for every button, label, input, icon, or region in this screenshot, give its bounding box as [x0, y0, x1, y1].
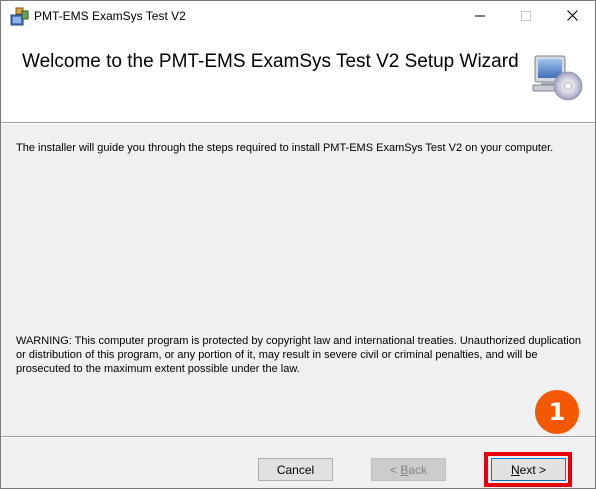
- setup-computer-disc-icon: [531, 52, 583, 102]
- intro-text: The installer will guide you through the…: [16, 142, 554, 154]
- cancel-button-label: Cancel: [276, 462, 315, 477]
- close-button[interactable]: [549, 1, 595, 32]
- back-button-rest: ack: [408, 462, 428, 477]
- next-button-label: Next >: [511, 463, 546, 477]
- step-number-badge: 1: [535, 390, 579, 434]
- next-button[interactable]: Next >: [491, 458, 566, 481]
- maximize-button: [503, 1, 549, 32]
- back-button-prefix: <: [389, 462, 401, 477]
- next-button-mnemonic: N: [510, 462, 520, 477]
- close-icon: [566, 8, 578, 26]
- wizard-footer: Cancel < Back Next >: [1, 438, 595, 488]
- minimize-icon: [475, 8, 485, 26]
- back-button: < Back: [371, 458, 446, 481]
- wizard-header: Welcome to the PMT-EMS ExamSys Test V2 S…: [1, 32, 595, 122]
- next-button-rest: ext >: [519, 462, 547, 477]
- copyright-warning-text: WARNING: This computer program is protec…: [16, 335, 581, 375]
- back-button-label: < Back: [390, 463, 427, 477]
- setup-window: PMT-EMS ExamSys Test V2 Welcome to the P…: [0, 0, 596, 489]
- installer-package-icon: [10, 7, 29, 26]
- maximize-icon: [521, 8, 531, 26]
- minimize-button[interactable]: [457, 1, 503, 32]
- wizard-content: The installer will guide you through the…: [1, 124, 595, 436]
- cancel-button[interactable]: Cancel: [258, 458, 333, 481]
- page-title: Welcome to the PMT-EMS ExamSys Test V2 S…: [22, 51, 519, 72]
- title-bar[interactable]: PMT-EMS ExamSys Test V2: [1, 1, 595, 32]
- window-title: PMT-EMS ExamSys Test V2: [34, 9, 186, 23]
